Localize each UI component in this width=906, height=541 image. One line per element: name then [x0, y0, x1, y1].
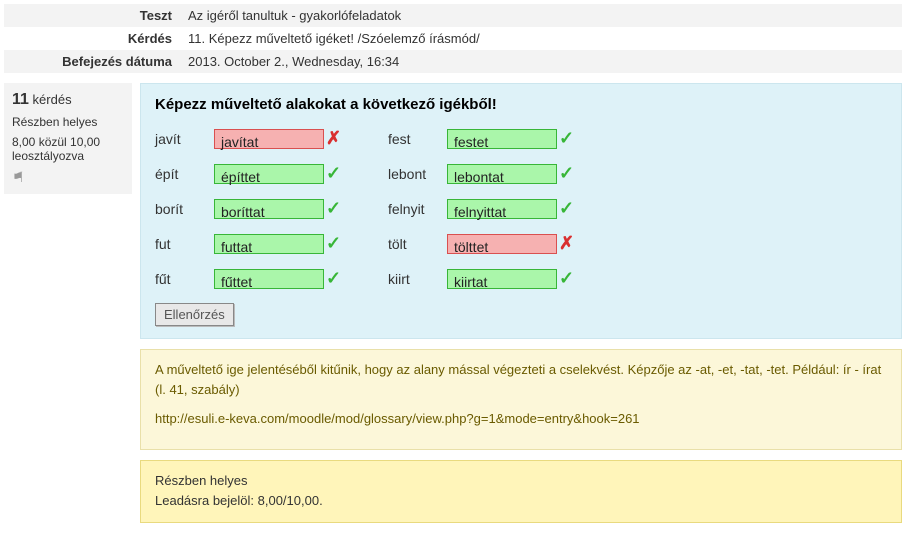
answer-cell: futtat✓ [214, 233, 384, 254]
test-label: Teszt [4, 4, 180, 27]
flag-icon[interactable]: ⚑ [12, 169, 25, 186]
answer-input[interactable]: építtet [214, 164, 324, 184]
completed-label: Befejezés dátuma [4, 50, 180, 73]
check-icon: ✓ [326, 198, 342, 219]
answer-label: fűt [155, 271, 210, 287]
test-value: Az igéről tanultuk - gyakorlófeladatok [180, 4, 902, 27]
answer-input[interactable]: kiirtat [447, 269, 557, 289]
check-icon: ✓ [559, 268, 575, 289]
question-value: 11. Képezz műveltető igéket! /Szóelemző … [180, 27, 902, 50]
answers-grid: javítjavítat✗festfestet✓építépíttet✓lebo… [155, 128, 887, 289]
outcome-mark: Leadásra bejelöl: 8,00/10,00. [155, 491, 887, 512]
answer-label: tölt [388, 236, 443, 252]
cross-icon: ✗ [559, 233, 575, 254]
answer-input[interactable]: fűttet [214, 269, 324, 289]
feedback-link-text: http://esuli.e-keva.com/moodle/mod/gloss… [155, 409, 887, 429]
check-icon: ✓ [326, 233, 342, 254]
answer-cell: felnyittat✓ [447, 198, 617, 219]
answer-cell: boríttat✓ [214, 198, 384, 219]
question-grade: 8,00 közül 10,00 leosztályozva [12, 135, 124, 163]
answer-label: felnyit [388, 201, 443, 217]
completed-value: 2013. October 2., Wednesday, 16:34 [180, 50, 902, 73]
answer-input[interactable]: javítat [214, 129, 324, 149]
quiz-info-table: Teszt Az igéről tanultuk - gyakorlófelad… [4, 4, 902, 73]
answer-input[interactable]: boríttat [214, 199, 324, 219]
check-icon: ✓ [326, 268, 342, 289]
answer-cell: tölttet✗ [447, 233, 617, 254]
outcome-box: Részben helyes Leadásra bejelöl: 8,00/10… [140, 460, 902, 524]
answer-cell: festet✓ [447, 128, 617, 149]
cross-icon: ✗ [326, 128, 342, 149]
answer-cell: kiirtat✓ [447, 268, 617, 289]
question-text: Képezz műveltető alakokat a következő ig… [155, 96, 887, 113]
answer-cell: javítat✗ [214, 128, 384, 149]
answer-label: borít [155, 201, 210, 217]
check-button[interactable]: Ellenőrzés [155, 303, 234, 326]
feedback-box: A műveltető ige jelentéséből kitűnik, ho… [140, 349, 902, 450]
answer-label: kiirt [388, 271, 443, 287]
question-label: Kérdés [4, 27, 180, 50]
answer-label: javít [155, 131, 210, 147]
answer-label: fut [155, 236, 210, 252]
check-icon: ✓ [559, 128, 575, 149]
question-sidebar: 11 kérdés Részben helyes 8,00 közül 10,0… [4, 83, 132, 194]
answer-input[interactable]: festet [447, 129, 557, 149]
answer-input[interactable]: lebontat [447, 164, 557, 184]
question-number: 11 kérdés [12, 91, 124, 109]
answer-input[interactable]: felnyittat [447, 199, 557, 219]
check-icon: ✓ [559, 163, 575, 184]
answer-label: lebont [388, 166, 443, 182]
answer-cell: fűttet✓ [214, 268, 384, 289]
feedback-text: A műveltető ige jelentéséből kitűnik, ho… [155, 360, 887, 399]
answer-cell: építtet✓ [214, 163, 384, 184]
answer-label: épít [155, 166, 210, 182]
answer-input[interactable]: futtat [214, 234, 324, 254]
answer-input[interactable]: tölttet [447, 234, 557, 254]
answer-label: fest [388, 131, 443, 147]
question-state: Részben helyes [12, 115, 124, 129]
check-icon: ✓ [326, 163, 342, 184]
answer-cell: lebontat✓ [447, 163, 617, 184]
check-icon: ✓ [559, 198, 575, 219]
question-box: Képezz műveltető alakokat a következő ig… [140, 83, 902, 339]
outcome-state: Részben helyes [155, 471, 887, 492]
